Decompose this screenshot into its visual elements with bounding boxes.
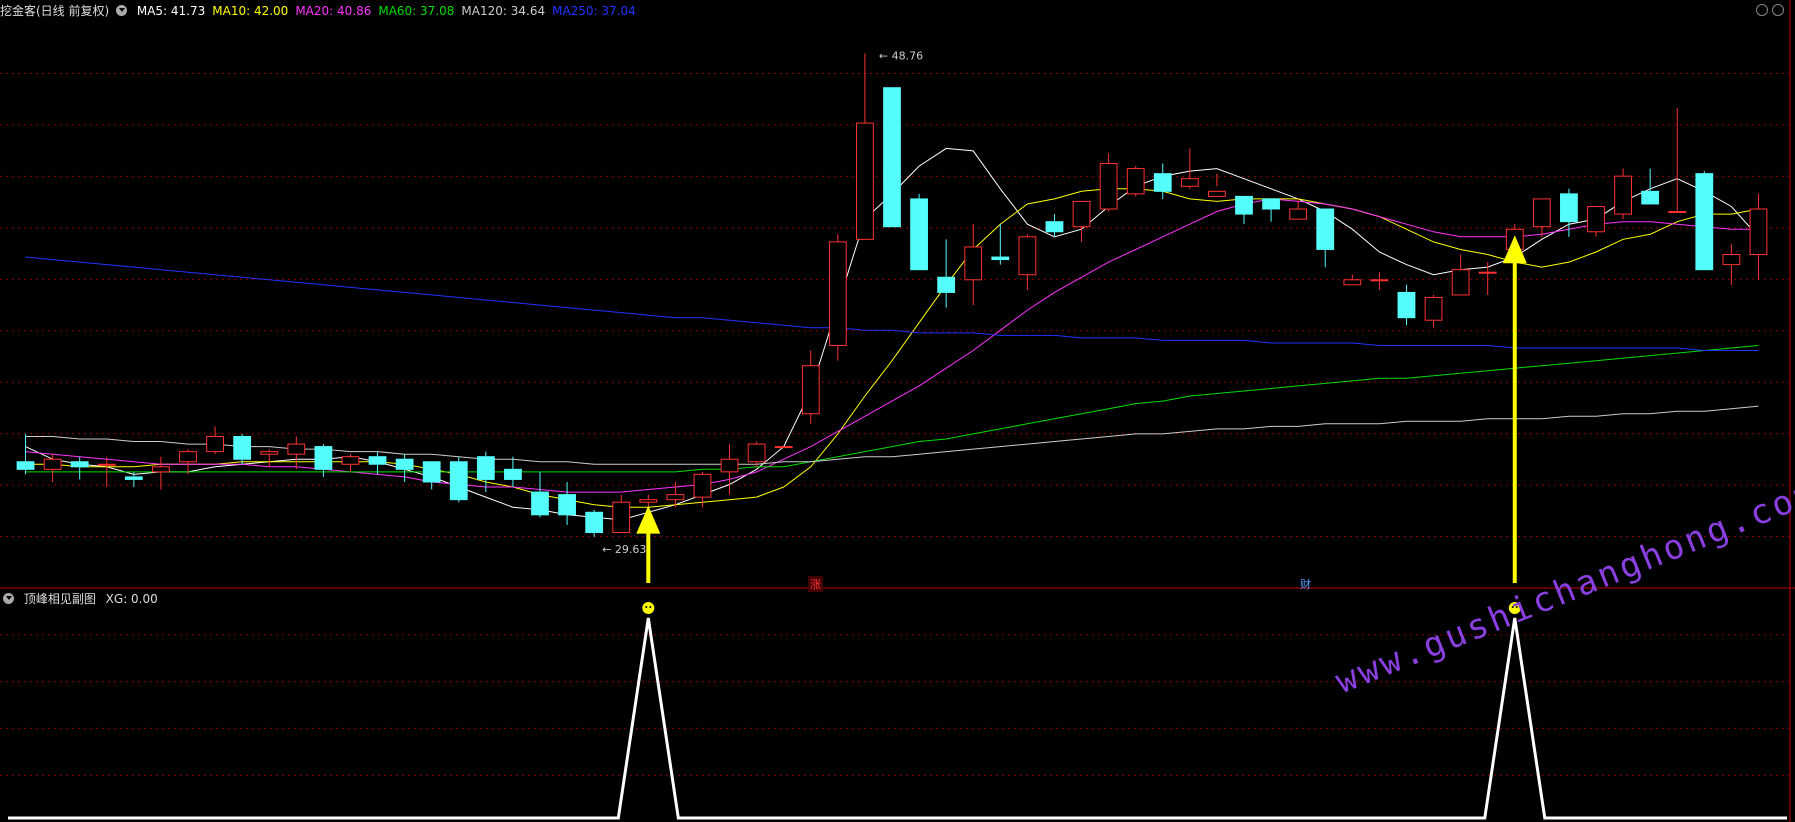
candle-body xyxy=(97,463,116,466)
candle-body xyxy=(937,276,956,293)
candle-body xyxy=(179,451,197,463)
candle-body xyxy=(639,499,658,503)
candle-body xyxy=(666,494,685,501)
candle-body xyxy=(43,458,62,470)
candle-body xyxy=(206,435,224,453)
chart-title: 挖金客(日线 前复权) xyxy=(0,4,110,18)
candle-body xyxy=(476,456,495,480)
marker-cai[interactable]: 财 xyxy=(1300,576,1311,592)
candle-body xyxy=(693,473,712,498)
ma-legend-item: MA5: 41.73 xyxy=(136,4,206,18)
close-icon[interactable] xyxy=(1772,4,1784,16)
candle-body xyxy=(1587,205,1605,233)
ma-legend-item: MA60: 37.08 xyxy=(378,4,455,18)
candle-body xyxy=(395,458,414,470)
candle-body xyxy=(1532,198,1551,228)
candle-body xyxy=(1018,236,1037,276)
candle-body xyxy=(449,461,468,501)
candle-body xyxy=(1262,198,1280,210)
candle-body xyxy=(1478,271,1497,274)
candle-body xyxy=(1641,190,1660,205)
candle-body xyxy=(883,87,901,228)
sub-chart-header: 顶峰相见副图 XG: 0.00 xyxy=(0,588,164,610)
candle-body xyxy=(828,241,847,346)
chevron-down-icon[interactable] xyxy=(116,5,128,16)
smiley-icon xyxy=(642,602,655,614)
ma-line-ma60 xyxy=(25,345,1759,473)
candle-body xyxy=(1668,211,1687,214)
stock-chart: ← 48.76 ← 29.63 xyxy=(0,0,1795,822)
candle-body xyxy=(612,501,631,534)
candle-body xyxy=(720,458,739,473)
candle-body xyxy=(1316,208,1335,250)
candle-body xyxy=(368,456,387,465)
ma-legend-item: MA120: 34.64 xyxy=(461,4,546,18)
candle-body xyxy=(1072,200,1091,228)
candle-body xyxy=(801,365,820,415)
candle-body xyxy=(287,443,306,455)
candle-body xyxy=(233,435,252,460)
candle-body xyxy=(341,456,360,465)
candle-body xyxy=(856,122,874,240)
candle-body xyxy=(964,246,983,281)
candle-body xyxy=(1451,269,1470,296)
ma-legend-item: MA10: 42.00 xyxy=(212,4,289,18)
xg-line xyxy=(8,617,1787,820)
candle-body xyxy=(152,466,170,473)
candle-body xyxy=(1343,279,1362,286)
candle-body xyxy=(1722,254,1741,266)
maximize-icon[interactable] xyxy=(1756,4,1768,16)
candle-body xyxy=(1749,208,1768,256)
high-label: ← 48.76 xyxy=(879,49,923,62)
ma-legend-item: MA20: 40.86 xyxy=(295,4,372,18)
smiley-eye xyxy=(645,606,648,608)
candle-body xyxy=(16,461,35,470)
candle-body xyxy=(124,476,143,480)
candle-body xyxy=(70,461,89,468)
ma-line-ma250 xyxy=(25,256,1759,351)
candle-body xyxy=(531,491,549,516)
candle-body xyxy=(1180,178,1199,187)
ma-line-ma120 xyxy=(25,405,1759,465)
candle-body xyxy=(1614,175,1632,215)
candle-body xyxy=(1289,208,1308,220)
candle-body xyxy=(1370,279,1389,282)
candle-body xyxy=(1695,173,1714,271)
candle-body xyxy=(1208,190,1226,197)
candle-body xyxy=(1153,173,1172,192)
candle-body xyxy=(1560,193,1578,223)
candle-body xyxy=(1424,296,1443,321)
candle-body xyxy=(774,446,793,449)
candle-body xyxy=(314,446,333,470)
ma-legend: MA5: 41.73 MA10: 42.00 MA20: 40.86 MA60: 37… xyxy=(137,4,643,18)
marker-zhang[interactable]: 涨 xyxy=(808,576,823,592)
candle-body xyxy=(558,494,576,516)
candle-body xyxy=(1235,195,1253,215)
sub-chart-value: XG: 0.00 xyxy=(105,592,158,606)
candle-body xyxy=(1397,291,1416,319)
sub-chart-title: 顶峰相见副图 xyxy=(23,592,96,606)
low-label: ← 29.63 xyxy=(602,543,646,556)
smiley-eye xyxy=(649,606,652,608)
candle-body xyxy=(585,511,604,534)
candle-body xyxy=(910,198,928,271)
candle-body xyxy=(422,461,441,483)
main-chart-header: 挖金客(日线 前复权) MA5: 41.73 MA10: 42.00 MA20: 4… xyxy=(0,0,643,22)
candle-body xyxy=(1126,168,1145,195)
candle-body xyxy=(991,256,1010,261)
chevron-down-icon[interactable] xyxy=(3,593,14,604)
candle-body xyxy=(504,468,522,480)
candle-body xyxy=(747,443,766,463)
candle-body xyxy=(1045,221,1064,233)
ma-legend-item: MA250: 37.04 xyxy=(552,4,636,18)
candle-body xyxy=(1099,163,1118,210)
candle-body xyxy=(260,451,279,455)
